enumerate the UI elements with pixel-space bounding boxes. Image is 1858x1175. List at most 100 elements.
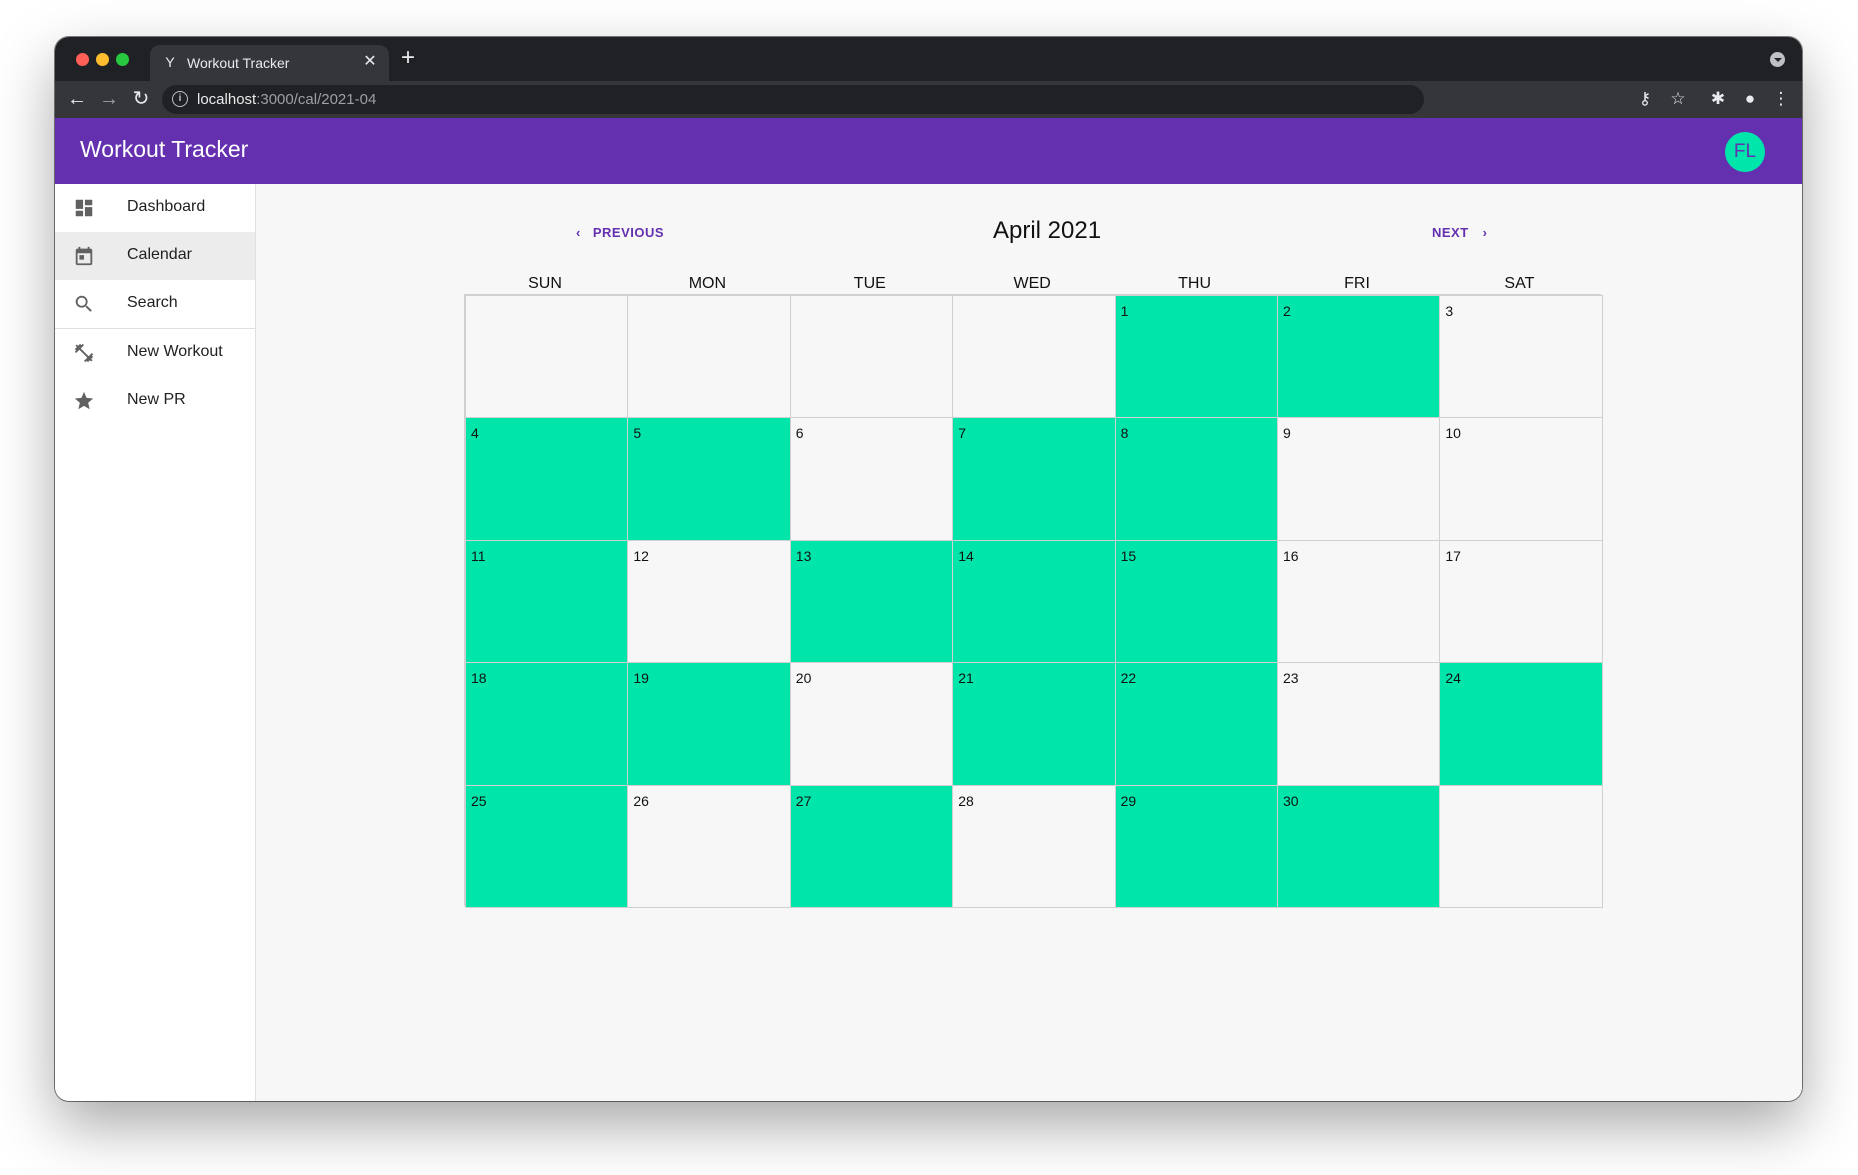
calendar-day-14[interactable]: 14 — [952, 539, 1116, 664]
back-icon[interactable]: ← — [65, 87, 89, 111]
calendar-day-2[interactable]: 2 — [1277, 295, 1441, 419]
avatar[interactable]: FL — [1725, 132, 1765, 172]
calendar-day-6[interactable]: 6 — [789, 417, 954, 541]
star-icon — [74, 391, 94, 410]
day-number: 14 — [958, 547, 974, 564]
day-number: 8 — [1120, 425, 1129, 442]
calendar-day-17[interactable]: 17 — [1439, 539, 1603, 664]
sidebar-item-dashboard[interactable]: Dashboard — [55, 184, 255, 232]
day-number: 2 — [1283, 303, 1291, 319]
calendar-day-15[interactable]: 15 — [1114, 539, 1278, 664]
tab-strip: Y Workout Tracker ✕ + — [55, 37, 1802, 81]
calendar-day-23[interactable]: 23 — [1277, 662, 1441, 786]
weekday-sat: SAT — [1504, 275, 1535, 292]
calendar-day-18[interactable]: 18 — [465, 662, 629, 786]
calendar-day-22[interactable]: 22 — [1114, 662, 1278, 786]
key-icon[interactable]: ⚷ — [1633, 87, 1657, 111]
dumbbell-icon — [74, 343, 94, 363]
calendar-day-11[interactable]: 11 — [465, 539, 629, 664]
calendar-day-9[interactable]: 9 — [1277, 417, 1441, 541]
chevron-right-icon: › — [1482, 225, 1488, 240]
calendar-day-12[interactable]: 12 — [627, 539, 791, 664]
month-title: April 2021 — [993, 217, 1102, 244]
extensions-icon[interactable]: ✱ — [1706, 87, 1730, 111]
calendar-day-28[interactable]: 28 — [952, 784, 1116, 908]
maximize-window-button[interactable] — [116, 53, 129, 66]
weekday-tue: TUE — [853, 275, 886, 292]
forward-icon[interactable]: → — [97, 87, 121, 111]
day-number: 27 — [795, 792, 812, 809]
weekday-fri: FRI — [1344, 275, 1370, 292]
day-number: 15 — [1120, 547, 1137, 564]
calendar-day-21[interactable]: 21 — [952, 662, 1116, 786]
calendar-day-26[interactable]: 26 — [627, 784, 791, 908]
sidebar-item-label: Calendar — [127, 246, 192, 263]
calendar-empty-cell — [1439, 784, 1603, 908]
sidebar-item-calendar[interactable]: Calendar — [55, 232, 255, 280]
close-window-button[interactable] — [76, 53, 89, 66]
day-number: 12 — [633, 547, 649, 564]
weekday-thu: THU — [1178, 275, 1212, 292]
day-number: 30 — [1283, 792, 1299, 809]
calendar-day-25[interactable]: 25 — [465, 784, 629, 908]
sidebar-item-label: New PR — [127, 391, 186, 408]
calendar-day-29[interactable]: 29 — [1114, 784, 1278, 908]
tab-search-icon[interactable] — [1770, 52, 1785, 67]
sidebar-item-search[interactable]: Search — [55, 280, 255, 328]
sidebar-item-new-pr[interactable]: New PR — [55, 377, 255, 425]
sidebar-item-label: New Workout — [127, 343, 223, 360]
site-info-icon[interactable]: i — [172, 91, 188, 107]
day-number: 6 — [795, 425, 804, 442]
browser-tab[interactable]: Y Workout Tracker ✕ — [150, 45, 389, 81]
day-number: 20 — [795, 670, 812, 687]
reload-icon[interactable]: ↻ — [129, 87, 153, 111]
calendar-day-19[interactable]: 19 — [627, 662, 791, 786]
calendar-day-10[interactable]: 10 — [1439, 417, 1603, 541]
calendar-day-4[interactable]: 4 — [465, 417, 629, 541]
new-tab-icon[interactable]: + — [401, 46, 415, 70]
calendar-day-27[interactable]: 27 — [789, 784, 954, 908]
calendar-day-5[interactable]: 5 — [627, 417, 791, 541]
calendar-empty-cell — [789, 295, 954, 419]
day-number: 19 — [633, 670, 649, 687]
weekday-wed: WED — [1013, 275, 1051, 292]
day-number: 26 — [633, 792, 649, 809]
day-number: 23 — [1283, 670, 1299, 687]
minimize-window-button[interactable] — [96, 53, 109, 66]
browser-menu-icon[interactable]: ⋮ — [1769, 87, 1793, 111]
calendar-day-24[interactable]: 24 — [1439, 662, 1603, 786]
day-number: 16 — [1283, 547, 1299, 564]
calendar-day-1[interactable]: 1 — [1114, 295, 1278, 419]
app-title: Workout Tracker — [80, 136, 249, 162]
calendar-day-16[interactable]: 16 — [1277, 539, 1441, 664]
day-number: 11 — [471, 547, 486, 564]
close-tab-icon[interactable]: ✕ — [361, 53, 379, 71]
calendar-day-7[interactable]: 7 — [952, 417, 1116, 541]
day-number: 29 — [1120, 792, 1137, 809]
day-number: 13 — [795, 547, 812, 564]
calendar-day-13[interactable]: 13 — [789, 539, 954, 664]
calendar-day-20[interactable]: 20 — [789, 662, 954, 786]
day-number: 5 — [633, 425, 642, 442]
day-number: 21 — [958, 670, 974, 687]
chevron-left-icon: ‹ — [576, 225, 581, 240]
day-number: 9 — [1283, 425, 1291, 442]
tab-title: Workout Tracker — [187, 55, 290, 71]
calendar-day-30[interactable]: 30 — [1277, 784, 1441, 908]
day-number: 4 — [471, 425, 479, 442]
address-bar[interactable]: i localhost:3000/cal/2021-04 — [162, 85, 1424, 114]
calendar-day-3[interactable]: 3 — [1439, 295, 1603, 419]
calendar-grid: 1 2 3 4 5 6 7 8 9 10 11 12 13 14 15 16 17 18 19 20 21 22 23 24 2… — [464, 294, 1603, 908]
calendar-empty-cell — [952, 295, 1116, 419]
calendar-empty-cell — [627, 295, 791, 419]
dashboard-icon — [75, 199, 93, 217]
day-number: 3 — [1445, 303, 1454, 319]
calendar-day-8[interactable]: 8 — [1114, 417, 1278, 541]
next-month-button[interactable]: NEXT › — [1432, 225, 1488, 240]
previous-month-button[interactable]: ‹ PREVIOUS — [576, 225, 664, 240]
url-text[interactable]: localhost:3000/cal/2021-04 — [197, 91, 376, 108]
profile-icon[interactable]: ● — [1738, 87, 1762, 111]
sidebar-item-new-workout[interactable]: New Workout — [55, 329, 255, 377]
bookmark-star-icon[interactable]: ☆ — [1666, 87, 1690, 111]
day-number: 28 — [958, 792, 974, 809]
